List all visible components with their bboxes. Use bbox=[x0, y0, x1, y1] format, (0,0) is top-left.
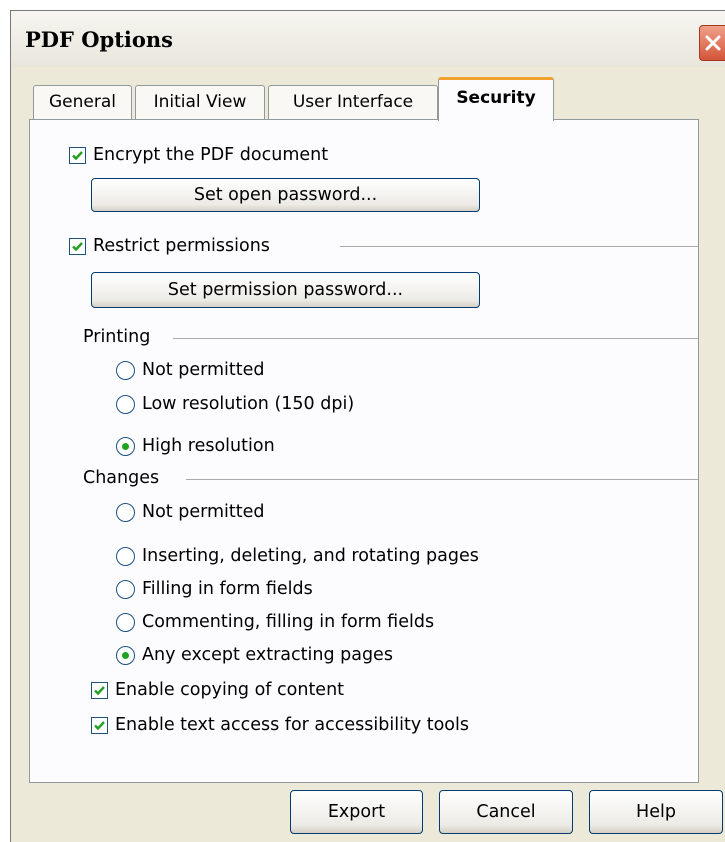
set-permission-password-button[interactable]: Set permission password... bbox=[91, 272, 480, 308]
changes-inserting-radio[interactable]: Inserting, deleting, and rotating pages bbox=[116, 546, 479, 566]
enable-text-access-checkbox[interactable]: Enable text access for accessibility too… bbox=[91, 715, 469, 735]
radio-label: Low resolution (150 dpi) bbox=[142, 394, 355, 414]
help-button[interactable]: Help bbox=[589, 790, 723, 834]
export-button[interactable]: Export bbox=[290, 790, 423, 834]
restrict-permissions-checkbox[interactable]: Restrict permissions bbox=[69, 236, 270, 256]
radio-label: Commenting, filling in form fields bbox=[142, 612, 435, 632]
changes-any-except-extracting-radio[interactable]: Any except extracting pages bbox=[116, 645, 393, 665]
close-button[interactable] bbox=[699, 25, 725, 61]
radio-label: Inserting, deleting, and rotating pages bbox=[142, 546, 479, 566]
printing-not-permitted-radio[interactable]: Not permitted bbox=[116, 360, 265, 380]
encrypt-label: Encrypt the PDF document bbox=[93, 145, 329, 165]
checkbox-box bbox=[91, 716, 108, 734]
changes-commenting-radio[interactable]: Commenting, filling in form fields bbox=[116, 612, 434, 632]
printing-high-resolution-radio[interactable]: High resolution bbox=[116, 436, 275, 456]
radio-circle bbox=[116, 360, 135, 380]
changes-filling-forms-radio[interactable]: Filling in form fields bbox=[116, 579, 313, 599]
dialog-title: PDF Options bbox=[25, 27, 173, 52]
changes-not-permitted-radio[interactable]: Not permitted bbox=[116, 502, 265, 522]
radio-label: Not permitted bbox=[142, 502, 265, 522]
pdf-options-dialog: PDF Options General Initial View User In… bbox=[10, 10, 725, 842]
radio-label: Any except extracting pages bbox=[142, 645, 393, 665]
tab-general[interactable]: General bbox=[33, 85, 132, 119]
printing-label: Printing bbox=[83, 327, 151, 347]
tab-initial-view[interactable]: Initial View bbox=[135, 85, 265, 119]
radio-circle-selected bbox=[116, 645, 135, 665]
checkbox-label: Enable copying of content bbox=[115, 680, 345, 700]
radio-circle bbox=[116, 612, 135, 632]
tab-user-interface[interactable]: User Interface bbox=[268, 85, 438, 119]
enable-copying-checkbox[interactable]: Enable copying of content bbox=[91, 680, 344, 700]
radio-circle bbox=[116, 546, 135, 566]
checkbox-box bbox=[69, 237, 86, 255]
restrict-permissions-label: Restrict permissions bbox=[93, 236, 270, 256]
radio-circle bbox=[116, 502, 135, 522]
separator bbox=[340, 246, 698, 247]
tab-security[interactable]: Security bbox=[438, 77, 554, 121]
security-panel: Encrypt the PDF document Set open passwo… bbox=[29, 119, 699, 783]
radio-circle-selected bbox=[116, 436, 135, 456]
separator bbox=[186, 479, 698, 480]
title-bar: PDF Options bbox=[11, 11, 725, 67]
encrypt-checkbox[interactable]: Encrypt the PDF document bbox=[69, 145, 328, 165]
printing-low-resolution-radio[interactable]: Low resolution (150 dpi) bbox=[116, 394, 354, 414]
changes-label: Changes bbox=[83, 468, 160, 488]
radio-circle bbox=[116, 579, 135, 599]
checkbox-label: Enable text access for accessibility too… bbox=[115, 715, 469, 735]
radio-circle bbox=[116, 394, 135, 414]
cancel-button[interactable]: Cancel bbox=[439, 790, 573, 834]
checkbox-box bbox=[91, 681, 108, 699]
radio-label: High resolution bbox=[142, 436, 275, 456]
separator bbox=[173, 338, 698, 339]
checkbox-box bbox=[69, 146, 86, 164]
radio-label: Not permitted bbox=[142, 360, 265, 380]
set-open-password-button[interactable]: Set open password... bbox=[91, 178, 480, 212]
radio-label: Filling in form fields bbox=[142, 579, 313, 599]
